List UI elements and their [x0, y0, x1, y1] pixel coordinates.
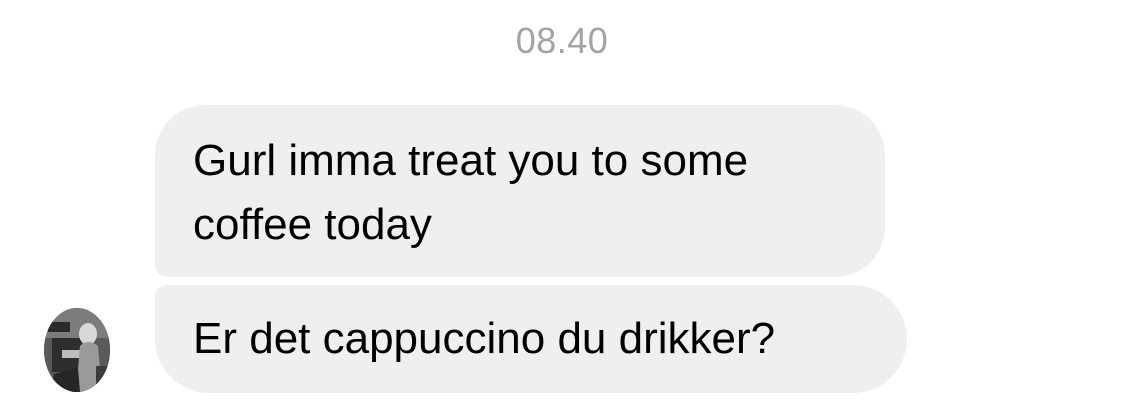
message-timestamp: 08.40	[515, 20, 609, 61]
sender-avatar-icon[interactable]	[44, 308, 110, 392]
message-text: Gurl imma treat you to some coffee today	[193, 136, 749, 249]
message-text: Er det cappuccino du drikker?	[193, 314, 776, 363]
incoming-message-bubble[interactable]: Er det cappuccino du drikker?	[155, 285, 907, 393]
incoming-message-bubble[interactable]: Gurl imma treat you to some coffee today	[155, 105, 885, 277]
avatar-photo-icon	[44, 308, 110, 392]
chat-thread: 08.40 Gurl imma treat you to some coffee…	[0, 0, 1124, 411]
